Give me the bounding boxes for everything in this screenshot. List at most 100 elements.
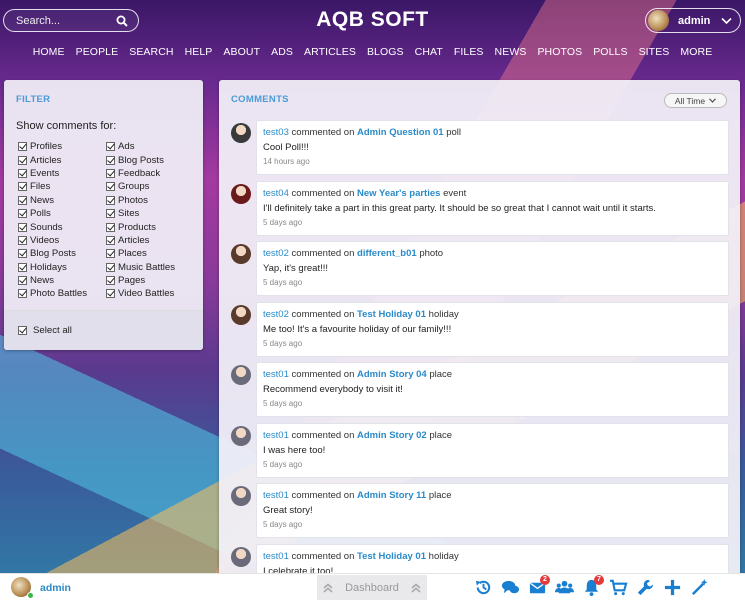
plus-icon[interactable] — [663, 578, 682, 597]
select-all-checkbox[interactable]: Select all — [4, 310, 203, 350]
avatar[interactable] — [231, 304, 251, 325]
checkbox[interactable] — [18, 235, 27, 245]
comment-user-link[interactable]: test04 — [263, 188, 289, 199]
checkbox[interactable] — [106, 262, 115, 272]
checkbox[interactable] — [18, 276, 27, 286]
checkbox[interactable] — [106, 276, 115, 286]
chat-icon[interactable] — [501, 578, 520, 597]
checkbox[interactable] — [18, 326, 27, 335]
filter-checkbox[interactable]: Files — [18, 180, 106, 193]
avatar[interactable] — [231, 486, 251, 506]
menu-item-photos[interactable]: PHOTOS — [532, 46, 588, 58]
checkbox[interactable] — [106, 222, 115, 232]
search-box[interactable] — [3, 9, 139, 32]
comment-target-link[interactable]: Test Holiday 01 — [357, 309, 426, 320]
menu-item-help[interactable]: HELP — [179, 46, 218, 58]
wrench-icon[interactable] — [636, 578, 655, 597]
checkbox[interactable] — [106, 155, 115, 165]
search-input[interactable] — [16, 14, 106, 27]
avatar[interactable] — [231, 183, 251, 204]
menu-item-more[interactable]: MORE — [675, 46, 718, 58]
filter-checkbox[interactable]: Products — [106, 220, 194, 233]
comment-target-link[interactable]: different_b01 — [357, 248, 417, 259]
checkbox[interactable] — [106, 142, 115, 152]
menu-item-about[interactable]: ABOUT — [218, 46, 266, 58]
filter-checkbox[interactable]: Music Battles — [106, 261, 194, 274]
menu-item-chat[interactable]: CHAT — [409, 46, 448, 58]
comment-target-link[interactable]: Test Holiday 01 — [357, 551, 426, 562]
filter-checkbox[interactable]: Sites — [106, 207, 194, 220]
menu-item-blogs[interactable]: BLOGS — [361, 46, 409, 58]
filter-checkbox[interactable]: Profiles — [18, 140, 106, 153]
checkbox[interactable] — [18, 209, 27, 219]
comment-target-link[interactable]: Admin Story 02 — [357, 430, 427, 441]
filter-checkbox[interactable]: Blog Posts — [106, 153, 194, 166]
cart-icon[interactable] — [609, 578, 628, 597]
period-dropdown[interactable]: All Time — [664, 93, 727, 108]
dashboard-toggle[interactable]: Dashboard — [317, 575, 427, 600]
checkbox[interactable] — [18, 182, 27, 192]
filter-checkbox[interactable]: Photo Battles — [18, 287, 106, 300]
filter-checkbox[interactable]: Videos — [18, 234, 106, 247]
menu-item-home[interactable]: HOME — [27, 46, 70, 58]
checkbox[interactable] — [106, 209, 115, 219]
comment-target-link[interactable]: Admin Story 11 — [357, 490, 426, 501]
filter-checkbox[interactable]: Events — [18, 167, 106, 180]
filter-checkbox[interactable]: Articles — [18, 153, 106, 166]
filter-checkbox[interactable]: Holidays — [18, 261, 106, 274]
filter-checkbox[interactable]: Pages — [106, 274, 194, 287]
comment-user-link[interactable]: test01 — [263, 551, 289, 562]
avatar[interactable] — [231, 365, 251, 385]
footer-username[interactable]: admin — [40, 582, 71, 594]
filter-checkbox[interactable]: Ads — [106, 140, 194, 153]
avatar[interactable] — [231, 123, 251, 143]
filter-checkbox[interactable]: Groups — [106, 180, 194, 193]
filter-checkbox[interactable]: News — [18, 274, 106, 287]
filter-checkbox[interactable]: Places — [106, 247, 194, 260]
menu-item-search[interactable]: SEARCH — [124, 46, 179, 58]
avatar[interactable] — [231, 244, 251, 264]
checkbox[interactable] — [18, 195, 27, 205]
menu-item-articles[interactable]: ARTICLES — [298, 46, 361, 58]
filter-checkbox[interactable]: Polls — [18, 207, 106, 220]
user-menu[interactable]: admin — [645, 8, 741, 33]
comment-user-link[interactable]: test01 — [263, 369, 289, 380]
menu-item-ads[interactable]: ADS — [266, 46, 299, 58]
filter-checkbox[interactable]: Sounds — [18, 220, 106, 233]
comment-user-link[interactable]: test02 — [263, 309, 289, 320]
checkbox[interactable] — [18, 222, 27, 232]
checkbox[interactable] — [106, 289, 115, 299]
checkbox[interactable] — [18, 289, 27, 299]
checkbox[interactable] — [18, 249, 27, 259]
comment-user-link[interactable]: test01 — [263, 490, 289, 501]
avatar[interactable] — [231, 425, 251, 446]
checkbox[interactable] — [18, 262, 27, 272]
bell-icon[interactable]: 7 — [582, 575, 604, 597]
comment-target-link[interactable]: Admin Story 04 — [357, 369, 427, 380]
checkbox[interactable] — [18, 142, 27, 152]
filter-checkbox[interactable]: News — [18, 194, 106, 207]
comment-user-link[interactable]: test01 — [263, 430, 289, 441]
menu-item-polls[interactable]: POLLS — [588, 46, 633, 58]
comment-target-link[interactable]: Admin Question 01 — [357, 127, 444, 138]
comment-user-link[interactable]: test03 — [263, 127, 289, 138]
menu-item-files[interactable]: FILES — [448, 46, 489, 58]
search-icon[interactable] — [116, 15, 128, 27]
filter-checkbox[interactable]: Photos — [106, 194, 194, 207]
checkbox[interactable] — [106, 182, 115, 192]
checkbox[interactable] — [106, 168, 115, 178]
menu-item-people[interactable]: PEOPLE — [70, 46, 124, 58]
checkbox[interactable] — [106, 235, 115, 245]
filter-checkbox[interactable]: Feedback — [106, 167, 194, 180]
checkbox[interactable] — [18, 168, 27, 178]
history-icon[interactable] — [474, 578, 493, 597]
mail-icon[interactable]: 2 — [528, 575, 550, 597]
menu-item-news[interactable]: NEWS — [489, 46, 532, 58]
avatar[interactable] — [231, 546, 251, 567]
comment-user-link[interactable]: test02 — [263, 248, 289, 259]
magic-wand-icon[interactable] — [690, 578, 709, 597]
filter-checkbox[interactable]: Video Battles — [106, 287, 194, 300]
filter-checkbox[interactable]: Blog Posts — [18, 247, 106, 260]
checkbox[interactable] — [106, 195, 115, 205]
comment-target-link[interactable]: New Year's parties — [357, 188, 440, 199]
